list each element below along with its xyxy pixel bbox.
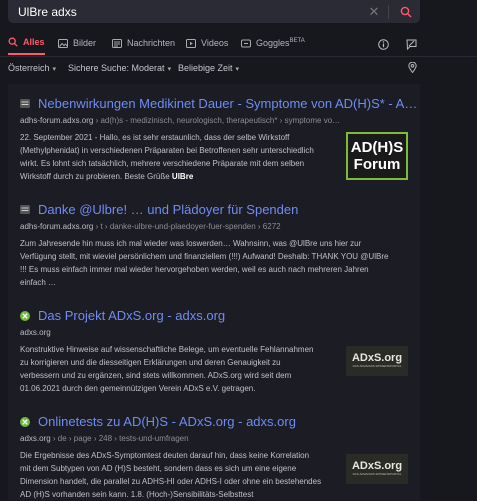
search-tabs: Alles Bilder Nachrichten Videos GogglesB… — [0, 31, 477, 57]
result-host: adxs.org — [20, 434, 51, 443]
snippet-line: Konstruktive Hinweise auf wissenschaftli… — [20, 345, 314, 354]
search-icon — [400, 6, 412, 17]
goggles-icon — [241, 39, 251, 48]
search-result: Onlinetests zu AD(H)S - ADxS.org - adxs.… — [8, 414, 420, 500]
snippet-line: zu korrigieren und die diesseitigen Erkl… — [20, 358, 281, 367]
tab-news[interactable]: Nachrichten — [112, 31, 175, 55]
search-button[interactable] — [392, 0, 420, 23]
result-url[interactable]: adxs.org › de › page › 248 › tests-und-u… — [20, 434, 189, 443]
result-host: adhs-forum.adxs.org — [20, 222, 94, 231]
region-filter-label: Österreich — [8, 63, 50, 73]
tab-goggles[interactable]: GogglesBETA — [241, 31, 305, 55]
thumbnail-subtext: DAS ADHS/ADS-WISSENSPORTAL — [352, 472, 402, 476]
time-filter-label: Beliebige Zeit — [178, 63, 233, 73]
location-pin-icon[interactable] — [408, 61, 417, 75]
result-title-row: Danke @Ulbre! … und Plädoyer für Spenden — [20, 202, 298, 217]
result-snippet: 22. September 2021 - Hallo, es ist sehr … — [20, 131, 346, 183]
thumbnail-logo: ADxS.org — [351, 352, 403, 364]
filter-bar: Österreich ▾ Sichere Suche: Moderat ▾ Beli… — [0, 60, 477, 78]
tab-label: Nachrichten — [127, 38, 176, 48]
snippet-line: Dimension handelt, die parallel zu ADHS-… — [20, 477, 322, 486]
result-path: › de › page › 248 › tests-und-umfragen — [50, 434, 189, 443]
region-filter[interactable]: Österreich ▾ — [8, 63, 56, 73]
chevron-down-icon: ▾ — [235, 66, 240, 73]
result-url[interactable]: adxs.org — [20, 328, 51, 337]
tab-label: Bilder — [73, 38, 97, 48]
snippet-line: wirkt. Es lohnt sich tatsächlich, mehrer… — [20, 159, 305, 168]
result-url[interactable]: adhs-forum.adxs.org › t › danke-ulbre-un… — [20, 222, 281, 231]
result-path: › ad(h)s - medizinisch, neurologisch, th… — [93, 116, 341, 125]
result-host: adhs-forum.adxs.org — [20, 116, 94, 125]
thumbnail-subtext: DAS ADHS/ADS-WISSENSPORTAL — [352, 364, 402, 368]
search-result: Danke @Ulbre! … und Plädoyer für Spenden… — [8, 202, 420, 292]
snippet-line: mit dem Subtypen von AD (H)S besteht, so… — [20, 464, 297, 473]
search-bar: ✕ — [8, 0, 420, 23]
chevron-down-icon: ▾ — [52, 66, 57, 73]
snippet-line: 22. September 2021 - Hallo, es ist sehr … — [20, 133, 290, 142]
search-icon — [8, 37, 18, 47]
result-title-link[interactable]: Nebenwirkungen Medikinet Dauer - Symptom… — [38, 96, 417, 111]
result-title-row: Das Projekt ADxS.org - adxs.org — [20, 308, 225, 323]
info-icon[interactable] — [378, 37, 389, 55]
result-title-link[interactable]: Danke @Ulbre! … und Plädoyer für Spenden — [38, 202, 298, 217]
result-snippet: Zum Jahresende hin muss ich mal wieder w… — [20, 237, 418, 289]
tab-label: GogglesBETA — [256, 38, 305, 48]
results-panel: Nebenwirkungen Medikinet Dauer - Symptom… — [8, 84, 420, 500]
snippet-line: AD (H)S vorhanden sein kann. 1.8. (Hoch-… — [20, 490, 254, 499]
tab-label: Videos — [201, 38, 229, 48]
time-filter[interactable]: Beliebige Zeit ▾ — [178, 63, 239, 73]
thumbnail-text: Forum — [353, 156, 401, 173]
video-icon — [186, 38, 196, 48]
tab-images[interactable]: Bilder — [58, 31, 96, 55]
result-title-row: Onlinetests zu AD(H)S - ADxS.org - adxs.… — [20, 414, 296, 429]
search-result: Das Projekt ADxS.org - adxs.org adxs.org… — [8, 308, 420, 402]
tab-videos[interactable]: Videos — [186, 31, 228, 55]
result-path: › t › danke-ulbre-und-plaedoyer-fuer-spe… — [93, 222, 281, 231]
result-title-row: Nebenwirkungen Medikinet Dauer - Symptom… — [20, 96, 417, 111]
snippet-line: Zum Jahresende hin muss ich mal wieder w… — [20, 239, 362, 248]
search-result: Nebenwirkungen Medikinet Dauer - Symptom… — [8, 96, 420, 186]
thumbnail-text: AD(H)S — [350, 139, 404, 156]
snippet-line: !!! Es muss einfach immer mal wieder her… — [20, 265, 369, 274]
result-thumbnail[interactable]: ADxS.org DAS ADHS/ADS-WISSENSPORTAL — [346, 346, 408, 376]
snippet-line: 01.06.2021 durch den gemeinnützigen Vere… — [20, 384, 256, 393]
forum-favicon-icon — [20, 205, 30, 215]
tab-label: Alles — [23, 37, 45, 47]
adxs-favicon-icon — [20, 310, 30, 321]
result-thumbnail[interactable]: AD(H)S Forum — [346, 132, 408, 180]
snippet-line: Wirkstoff durch zu probieren. Beste Grüß… — [20, 172, 194, 181]
safe-search-label: Sichere Suche: Moderat — [68, 63, 165, 73]
result-thumbnail[interactable]: ADxS.org DAS ADHS/ADS-WISSENSPORTAL — [346, 454, 408, 484]
result-url[interactable]: adhs-forum.adxs.org › ad(h)s - medizinis… — [20, 116, 340, 125]
result-host: adxs.org — [20, 328, 51, 337]
snippet-line: (Methylphenidat) in verschiedenen Präpar… — [20, 146, 314, 155]
feedback-icon[interactable] — [406, 37, 417, 55]
search-divider — [388, 4, 389, 19]
result-title-link[interactable]: Das Projekt ADxS.org - adxs.org — [38, 308, 225, 323]
forum-favicon-icon — [20, 99, 30, 109]
result-title-link[interactable]: Onlinetests zu AD(H)S - ADxS.org - adxs.… — [38, 414, 296, 429]
chevron-down-icon: ▾ — [167, 66, 172, 73]
snippet-line: verbessern und zu ergänzen, sind stets w… — [20, 371, 292, 380]
clear-search-icon[interactable]: ✕ — [363, 4, 385, 20]
news-icon — [112, 38, 122, 48]
search-input[interactable] — [8, 3, 363, 20]
tab-all[interactable]: Alles — [8, 31, 45, 55]
image-icon — [58, 38, 68, 48]
snippet-line: Verfügung stellt, mit wieviel persönlich… — [20, 252, 389, 261]
result-snippet: Die Ergebnisse des ADxS-Symptomtest deut… — [20, 449, 350, 501]
thumbnail-logo: ADxS.org — [351, 460, 403, 472]
snippet-line: Die Ergebnisse des ADxS-Symptomtest deut… — [20, 451, 310, 460]
safe-search-filter[interactable]: Sichere Suche: Moderat ▾ — [68, 63, 171, 73]
result-snippet: Konstruktive Hinweise auf wissenschaftli… — [20, 343, 346, 395]
snippet-line: einfach … — [20, 278, 57, 287]
adxs-favicon-icon — [20, 416, 30, 427]
